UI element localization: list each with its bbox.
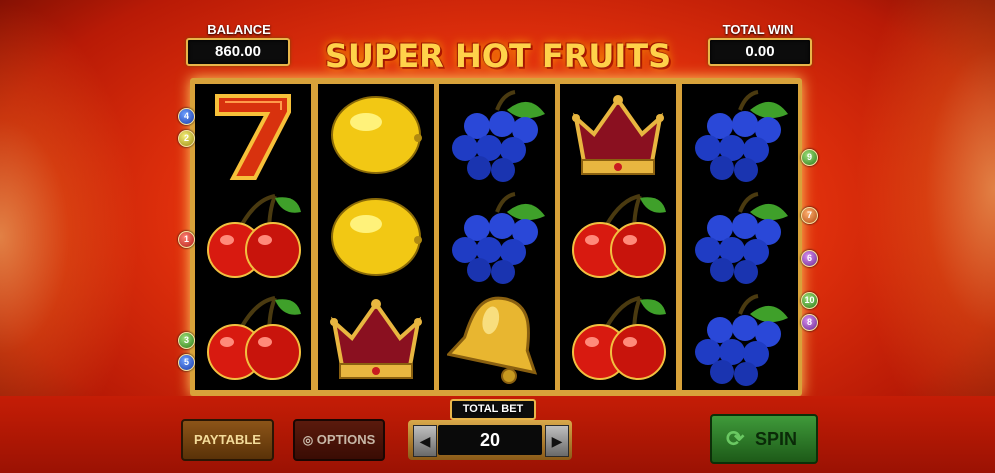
cherries-symbol [195, 186, 311, 288]
payline-marker-4: 4 [178, 108, 195, 125]
payline-marker-9: 9 [801, 149, 818, 166]
reel-2 [318, 84, 434, 390]
options-button[interactable]: ◎ OPTIONS [293, 419, 385, 461]
total-win-value: 0.00 [708, 38, 812, 66]
cherries-symbol [560, 288, 676, 390]
cherries-symbol [560, 186, 676, 288]
game-logo: SUPER HOT FRUITS [324, 37, 672, 75]
paytable-button[interactable]: PAYTABLE [181, 419, 274, 461]
lemon-symbol [318, 186, 434, 288]
refresh-icon: ⟳ [726, 426, 745, 451]
payline-marker-10: 10 [801, 292, 818, 309]
payline-marker-5: 5 [178, 354, 195, 371]
reel-4 [560, 84, 676, 390]
spin-button[interactable]: ⟳ SPIN [710, 414, 818, 464]
payline-marker-3: 3 [178, 332, 195, 349]
crown-symbol [318, 288, 434, 390]
paytable-button-label: PAYTABLE [194, 432, 261, 447]
spin-button-label: SPIN [754, 429, 797, 449]
balance-label: BALANCE [207, 22, 271, 37]
bell-symbol [439, 288, 555, 390]
grapes-symbol [682, 288, 798, 390]
payline-marker-1: 1 [178, 231, 195, 248]
total-win-label: TOTAL WIN [722, 22, 794, 37]
payline-marker-8: 8 [801, 314, 818, 331]
crown-symbol [560, 84, 676, 186]
seven-symbol [195, 84, 311, 186]
grapes-symbol [682, 84, 798, 186]
payline-marker-7: 7 [801, 207, 818, 224]
total-bet-label: TOTAL BET [450, 399, 536, 420]
total-bet-value: 20 [438, 425, 542, 455]
reel-3 [439, 84, 555, 390]
balance-value: 860.00 [186, 38, 290, 66]
reel-1 [195, 84, 311, 390]
grapes-symbol [439, 84, 555, 186]
arrow-right-icon[interactable]: ▶ [545, 425, 569, 457]
cherries-symbol [195, 288, 311, 390]
gear-icon: ◎ [302, 433, 314, 447]
lemon-symbol [318, 84, 434, 186]
payline-marker-2: 2 [178, 130, 195, 147]
arrow-left-icon[interactable]: ◀ [413, 425, 437, 457]
payline-marker-6: 6 [801, 250, 818, 267]
grapes-symbol [682, 186, 798, 288]
reel-5 [682, 84, 798, 390]
options-button-label: OPTIONS [316, 432, 376, 447]
grapes-symbol [439, 186, 555, 288]
